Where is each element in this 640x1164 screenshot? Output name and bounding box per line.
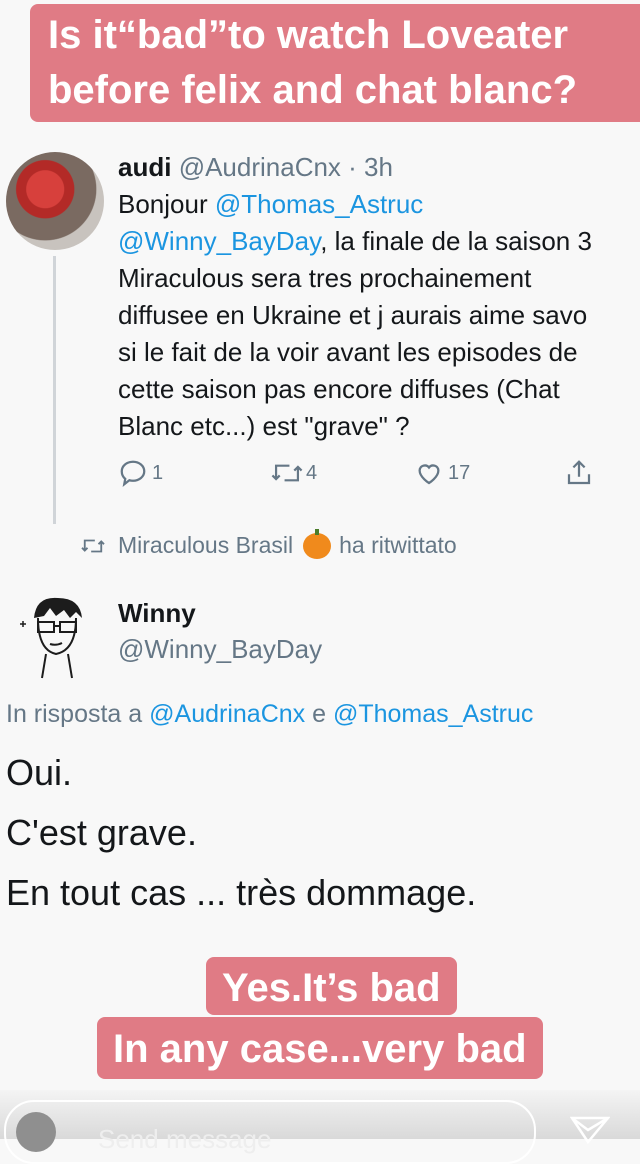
retweet-icon [81,539,105,552]
tweet1-text: , la finale de la saison 3 [320,226,592,256]
tweet1-text: diffusee en Ukraine et j aurais aime sav… [118,300,588,330]
tweet2-text: C'est grave. [6,812,197,853]
tweet1-handle[interactable]: @AudrinaCnx [179,152,341,182]
camera-icon[interactable] [16,1112,56,1152]
retweet-button[interactable]: 4 [270,458,317,488]
send-icon[interactable] [570,1114,610,1144]
tweet1-time: 3h [364,152,393,182]
tweet1-text: Bonjour [118,189,215,219]
bottom-caption-line-1: Yes.It’s bad [206,957,457,1015]
pumpkin-icon [303,528,332,559]
tweet1-text: si le fait de la voir avant les episodes… [118,337,578,367]
reply-count: 1 [152,461,164,484]
retweeter-name[interactable]: Miraculous Brasil [118,532,293,559]
tweet1-separator: · [340,152,365,182]
top-caption-line-2: before felix and chat blanc? [48,68,578,112]
top-caption-line-1: Is it“bad”to watch Loveater [48,13,569,57]
tweet1-body: Bonjour @Thomas_Astruc @Winny_BayDay, la… [118,186,640,445]
reply-prefix: In risposta a [6,700,150,728]
send-message-placeholder: Send message [98,1124,272,1154]
mention-link[interactable]: @AudrinaCnx [149,700,305,728]
retweet-suffix: ha ritwittato [339,532,457,558]
avatar-audi[interactable] [6,152,104,250]
retweet-notice: Miraculous Brasil ha ritwittato [80,528,457,559]
reply-to-line: In risposta a @AudrinaCnx e @Thomas_Astr… [6,700,533,729]
tweet1-text: Miraculous sera tres prochainement [118,263,532,293]
like-button[interactable]: 17 [414,458,470,488]
avatar-winny[interactable] [10,588,102,680]
reply-join: e [305,700,333,728]
retweet-icon [271,464,303,482]
tweet2-text: En tout cas ... très dommage. [6,872,477,913]
reply-icon [120,460,146,487]
thread-line [53,256,56,524]
tweet1-text: cette saison pas encore diffuses (Chat [118,374,560,404]
like-icon [418,464,440,485]
tweet1-name[interactable]: audi [118,152,171,182]
tweet2-text: Oui. [6,752,73,793]
share-button[interactable] [564,458,594,488]
retweet-count: 4 [306,461,318,484]
mention-link[interactable]: @Thomas_Astruc [333,700,533,728]
share-icon [567,460,591,485]
top-caption: Is it“bad”to watch Loveater before felix… [30,4,640,122]
mention-link[interactable]: @Thomas_Astruc [215,189,423,219]
reply-button[interactable]: 1 [118,458,163,488]
tweet2-name[interactable]: Winny [118,598,196,629]
like-count: 17 [448,461,471,484]
mention-link[interactable]: @Winny_BayDay [118,226,320,256]
bottom-caption-line-2: In any case...very bad [97,1017,543,1079]
tweet2-handle[interactable]: @Winny_BayDay [118,634,322,665]
tweet1-actions: 1 4 17 [118,458,640,498]
tweet1-text: Blanc etc...) est "grave" ? [118,411,410,441]
tweet1-header: audi @AudrinaCnx · 3h [118,150,393,184]
